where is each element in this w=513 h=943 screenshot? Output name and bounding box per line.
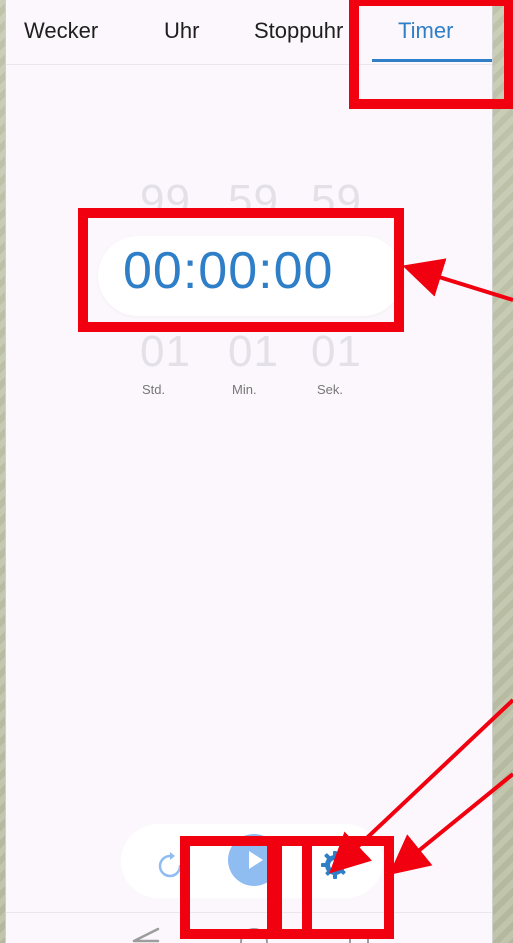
minutes-prev-value: 59 [228,176,279,225]
seconds-prev-value: 59 [311,176,362,225]
seconds-unit-label: Sek. [317,382,344,397]
reset-button[interactable] [151,847,189,885]
settings-button[interactable] [318,848,352,882]
minutes-next-value: 01 [228,327,279,376]
clock-app-screen: Wecker Uhr Stoppuhr Timer 99 59 59 00:00… [5,0,493,943]
hours-prev-value: 99 [140,176,191,225]
start-button[interactable] [228,834,280,886]
hours-next-value: 01 [140,327,191,376]
reset-icon [158,852,182,878]
play-icon [249,851,263,869]
current-timer-value[interactable]: 00:00:00 [123,241,333,301]
hours-unit-label: Std. [142,382,166,397]
timer-picker[interactable]: 99 59 59 00:00:00 01 01 01 Std. Min. Sek… [6,0,492,943]
gear-icon [321,851,349,879]
minutes-unit-label: Min. [232,382,257,397]
seconds-next-value: 01 [311,327,362,376]
back-icon[interactable] [126,927,172,943]
recent-apps-icon[interactable] [349,932,369,943]
